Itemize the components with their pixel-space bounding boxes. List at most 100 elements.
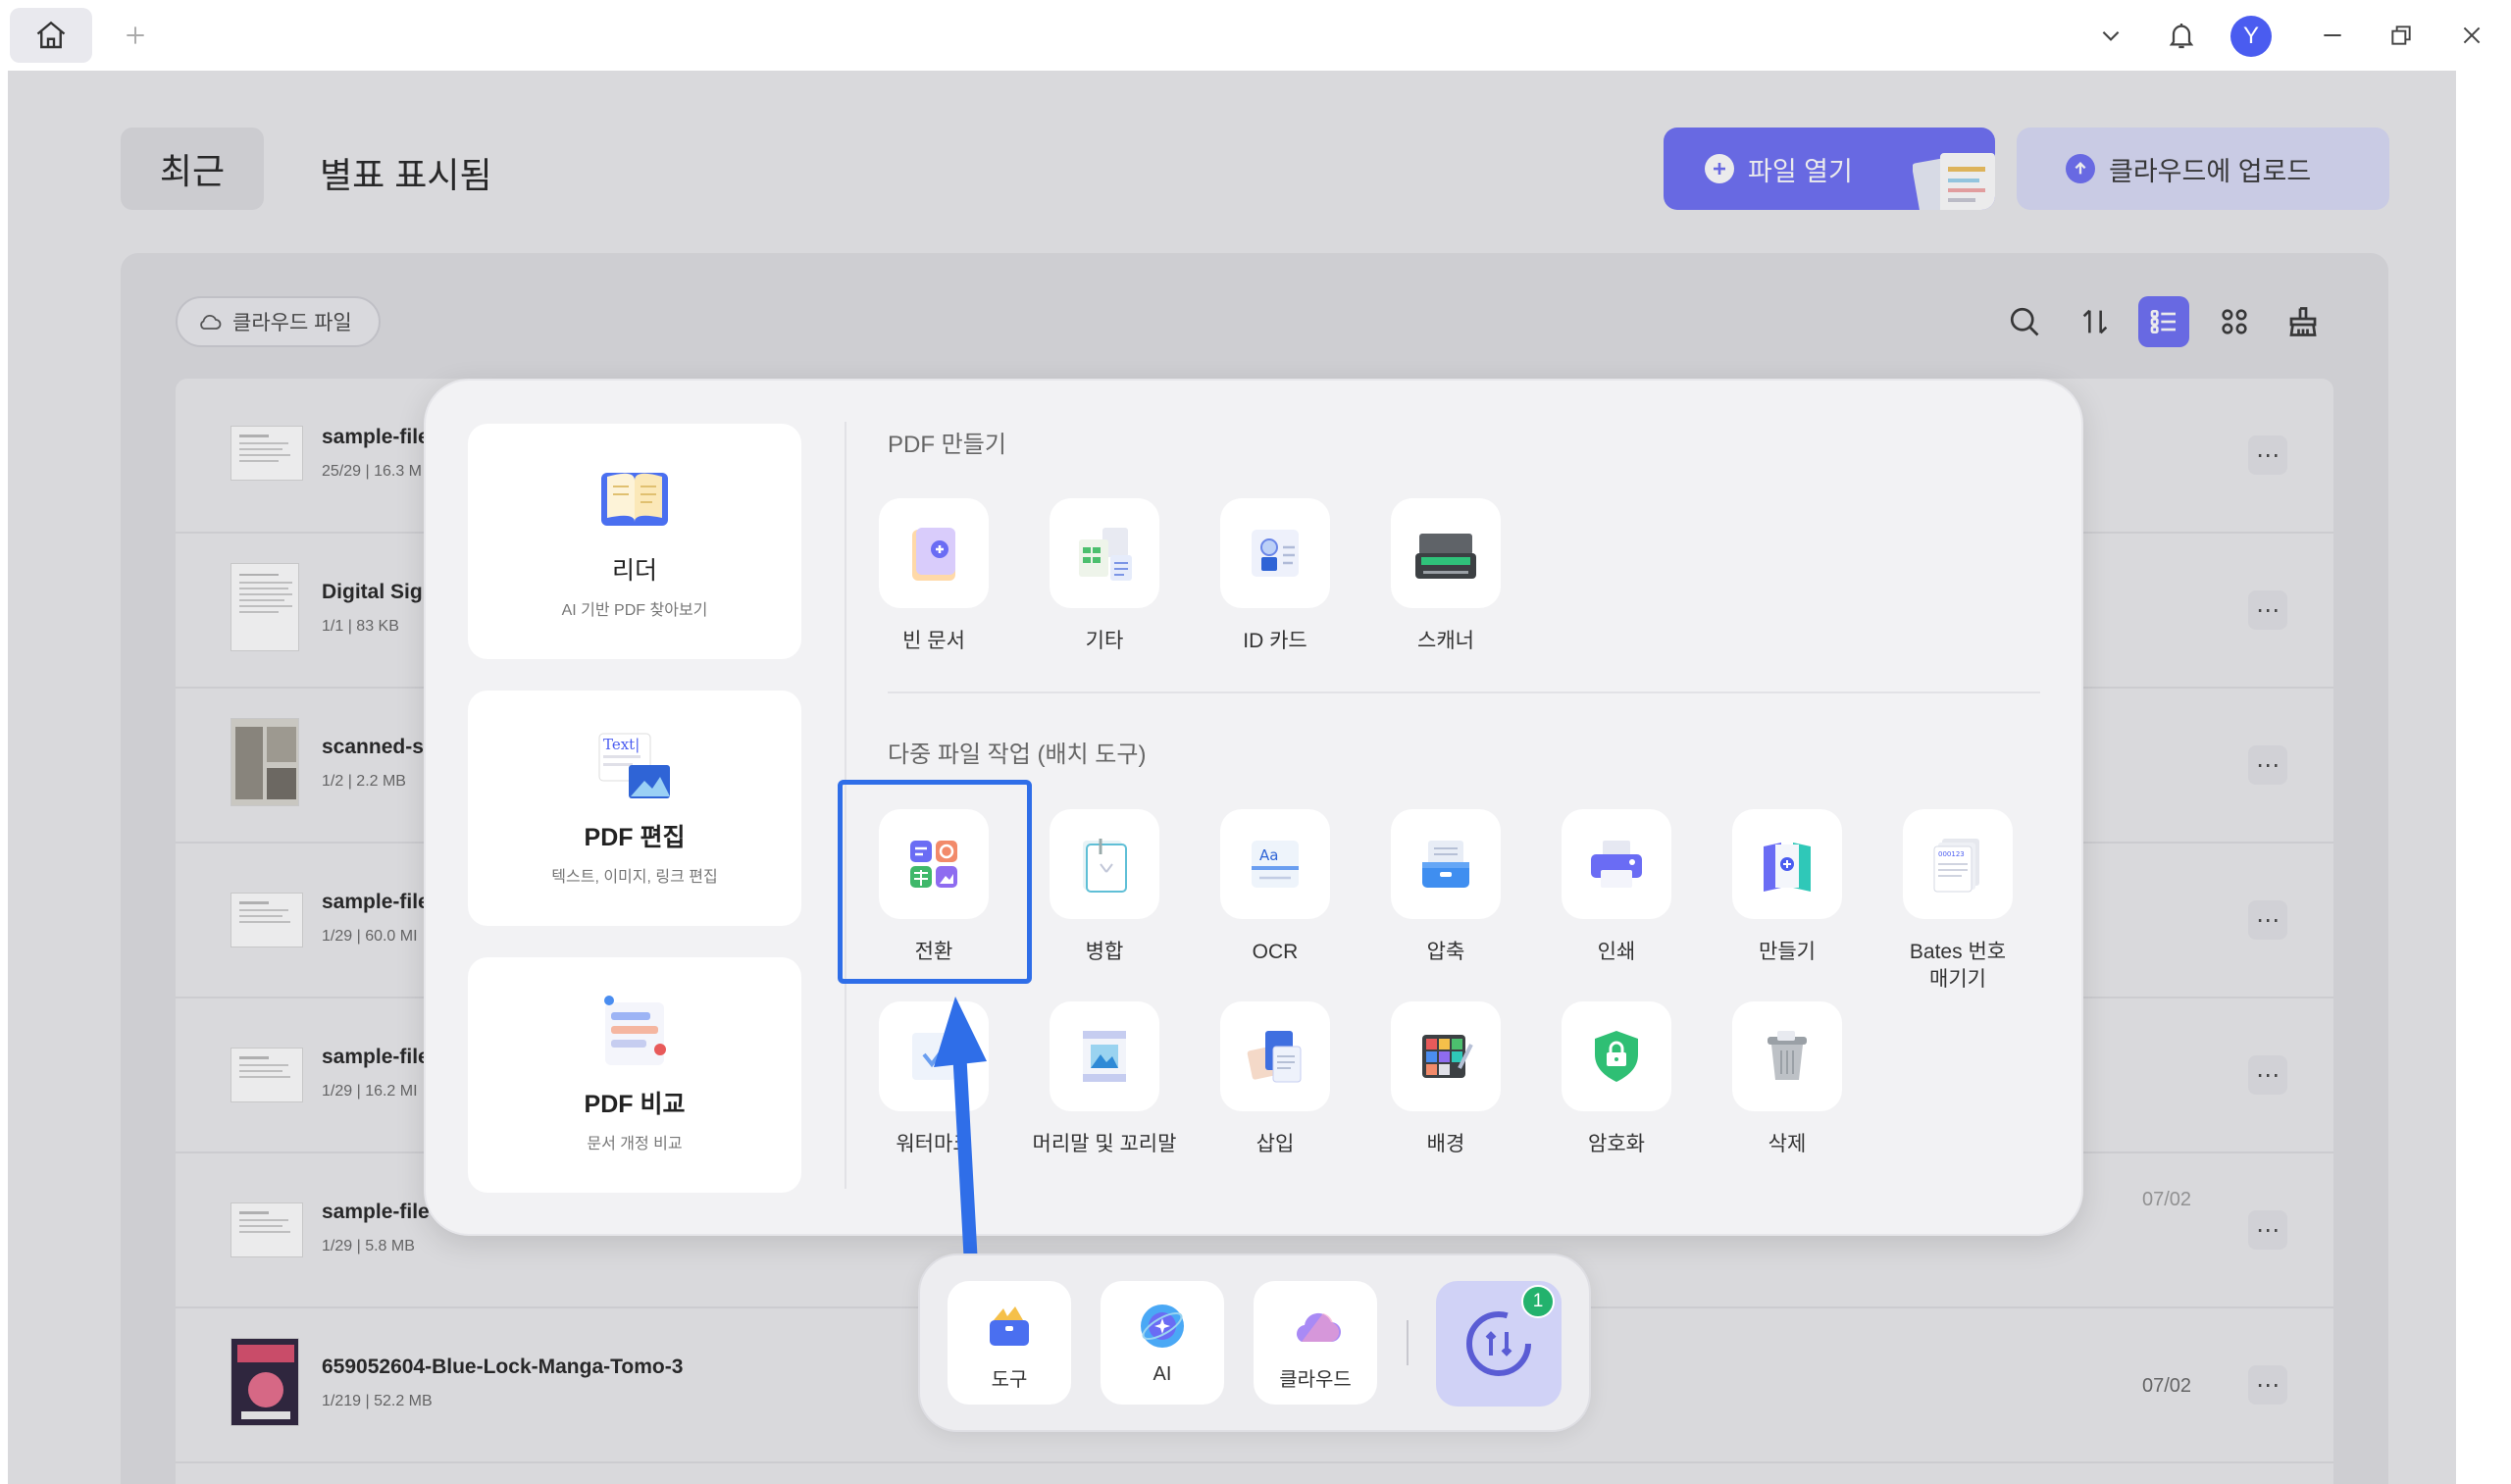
card-subtitle: 문서 개정 비교: [587, 1136, 683, 1152]
trash-icon: [1768, 1031, 1807, 1080]
tool-create[interactable]: 만들기: [1699, 809, 1875, 966]
home-tab[interactable]: [10, 8, 92, 63]
broom-icon: [2289, 307, 2317, 336]
list-view-button[interactable]: [2138, 296, 2189, 347]
tool-label: 기타: [1085, 630, 1124, 652]
pdf-edit-card[interactable]: Text| PDF 편집 텍스트, 이미지, 링크 편집: [468, 691, 801, 926]
tool-other[interactable]: 기타: [1016, 498, 1193, 655]
file-meta: 25/29 | 16.3 M: [322, 463, 422, 480]
tool-id-card[interactable]: ID 카드: [1187, 498, 1363, 655]
upload-cloud-button[interactable]: 클라우드에 업로드: [2017, 128, 2389, 210]
notifications-button[interactable]: [2162, 16, 2201, 55]
tool-label: 암호화: [1588, 1133, 1645, 1155]
tool-label: 배경: [1426, 1133, 1465, 1155]
clear-history-button[interactable]: [2278, 296, 2329, 347]
tool-scanner[interactable]: 스캐너: [1358, 498, 1534, 655]
book-icon: [601, 473, 668, 526]
compress-icon: [1422, 841, 1469, 888]
tool-merge[interactable]: 병합: [1016, 809, 1193, 966]
svg-text:Aa: Aa: [1259, 846, 1278, 864]
list-view-icon: [2150, 310, 2176, 333]
minimize-icon: [2324, 34, 2341, 36]
file-meta: 1/29 | 16.2 MI: [322, 1083, 418, 1100]
toolbox-icon: [990, 1306, 1029, 1346]
avatar[interactable]: Y: [2230, 16, 2272, 57]
tool-label: 빈 문서: [902, 630, 965, 652]
more-button[interactable]: ⋯: [2248, 1365, 2287, 1405]
tool-print[interactable]: 인쇄: [1528, 809, 1705, 966]
bell-icon: [2169, 24, 2194, 49]
card-title: 리더: [611, 557, 657, 585]
more-button[interactable]: ⋯: [2248, 900, 2287, 940]
chevron-down-icon: [2102, 30, 2120, 41]
file-meta: 1/2 | 2.2 MB: [322, 773, 406, 790]
svg-text:000123: 000123: [1938, 850, 1965, 858]
tool-label: 만들기: [1759, 941, 1816, 963]
tab-recent[interactable]: 최근: [121, 128, 264, 210]
file-thumbnail: [231, 1338, 299, 1426]
id-card-icon: [1252, 530, 1299, 577]
reader-card[interactable]: 리더 AI 기반 PDF 찾아보기: [468, 424, 801, 659]
tool-encrypt[interactable]: 암호화: [1528, 1001, 1705, 1158]
create-pdf-icon: [1764, 843, 1811, 892]
more-button[interactable]: ⋯: [2248, 1210, 2287, 1250]
dropdown-button[interactable]: [2091, 16, 2130, 55]
svg-text:Text|: Text|: [603, 736, 640, 753]
tab-starred[interactable]: 별표 표시됨: [320, 147, 492, 198]
card-subtitle: AI 기반 PDF 찾아보기: [561, 602, 708, 619]
minimize-button[interactable]: [2313, 16, 2352, 55]
new-tab-button[interactable]: [118, 18, 153, 53]
background-icon: [1422, 1035, 1473, 1078]
header-footer-icon: [1083, 1031, 1126, 1082]
tool-header-footer[interactable]: 머리말 및 꼬리말: [1016, 1001, 1193, 1158]
search-button[interactable]: [1999, 296, 2050, 347]
grid-view-button[interactable]: [2209, 296, 2260, 347]
file-thumbnail: [231, 426, 303, 481]
dock-ai-button[interactable]: AI: [1101, 1281, 1224, 1405]
card-title: PDF 비교: [584, 1091, 686, 1118]
scanner-icon: [1415, 534, 1476, 579]
cloud-icon: [1297, 1312, 1341, 1342]
plus-icon: [127, 26, 144, 44]
restore-button[interactable]: [2382, 16, 2421, 55]
tool-delete[interactable]: 삭제: [1699, 1001, 1875, 1158]
dock-divider: [1407, 1320, 1409, 1365]
divider: [888, 691, 2040, 693]
tool-label: 삽입: [1256, 1133, 1295, 1155]
dock-label: 클라우드: [1279, 1369, 1352, 1391]
more-button[interactable]: ⋯: [2248, 590, 2287, 630]
dock-tools-button[interactable]: 도구: [948, 1281, 1071, 1405]
file-thumbnail: [231, 718, 299, 806]
file-meta: 1/29 | 60.0 MI: [322, 928, 418, 945]
card-subtitle: 텍스트, 이미지, 링크 편집: [551, 869, 718, 886]
grid-view-icon: [2222, 309, 2247, 334]
cloud-files-button[interactable]: 클라우드 파일: [176, 296, 381, 347]
tool-bates-numbering[interactable]: 000123 Bates 번호 매기기: [1870, 809, 2046, 994]
more-button[interactable]: ⋯: [2248, 1055, 2287, 1095]
open-file-button[interactable]: 파일 열기: [1664, 128, 1995, 210]
file-name: scanned-sa: [322, 736, 436, 758]
file-date: 07/02: [2142, 1375, 2192, 1397]
more-button[interactable]: ⋯: [2248, 435, 2287, 475]
file-date: 07/02: [2142, 1189, 2192, 1210]
tool-insert[interactable]: 삽입: [1187, 1001, 1363, 1158]
close-icon: [2463, 26, 2481, 44]
tool-background[interactable]: 배경: [1358, 1001, 1534, 1158]
upload-cloud-label: 클라우드에 업로드: [2109, 156, 2312, 186]
edit-text-icon: Text|: [598, 733, 670, 798]
sort-button[interactable]: [2070, 296, 2121, 347]
search-icon: [2010, 307, 2039, 336]
compare-icon: [604, 996, 666, 1065]
tool-compress[interactable]: 압축: [1358, 809, 1534, 966]
more-button[interactable]: ⋯: [2248, 745, 2287, 785]
create-section-title: PDF 만들기: [888, 432, 1006, 458]
tool-label: 압축: [1426, 941, 1465, 963]
tool-blank-document[interactable]: 빈 문서: [846, 498, 1022, 655]
dock-label: AI: [1153, 1363, 1172, 1385]
dock-cloud-button[interactable]: 클라우드: [1254, 1281, 1377, 1405]
pdf-compare-card[interactable]: PDF 비교 문서 개정 비교: [468, 957, 801, 1193]
tool-label: 스캐너: [1417, 630, 1474, 652]
close-button[interactable]: [2452, 16, 2491, 55]
file-thumbnail: [231, 563, 299, 651]
tool-ocr[interactable]: Aa OCR: [1187, 809, 1363, 966]
